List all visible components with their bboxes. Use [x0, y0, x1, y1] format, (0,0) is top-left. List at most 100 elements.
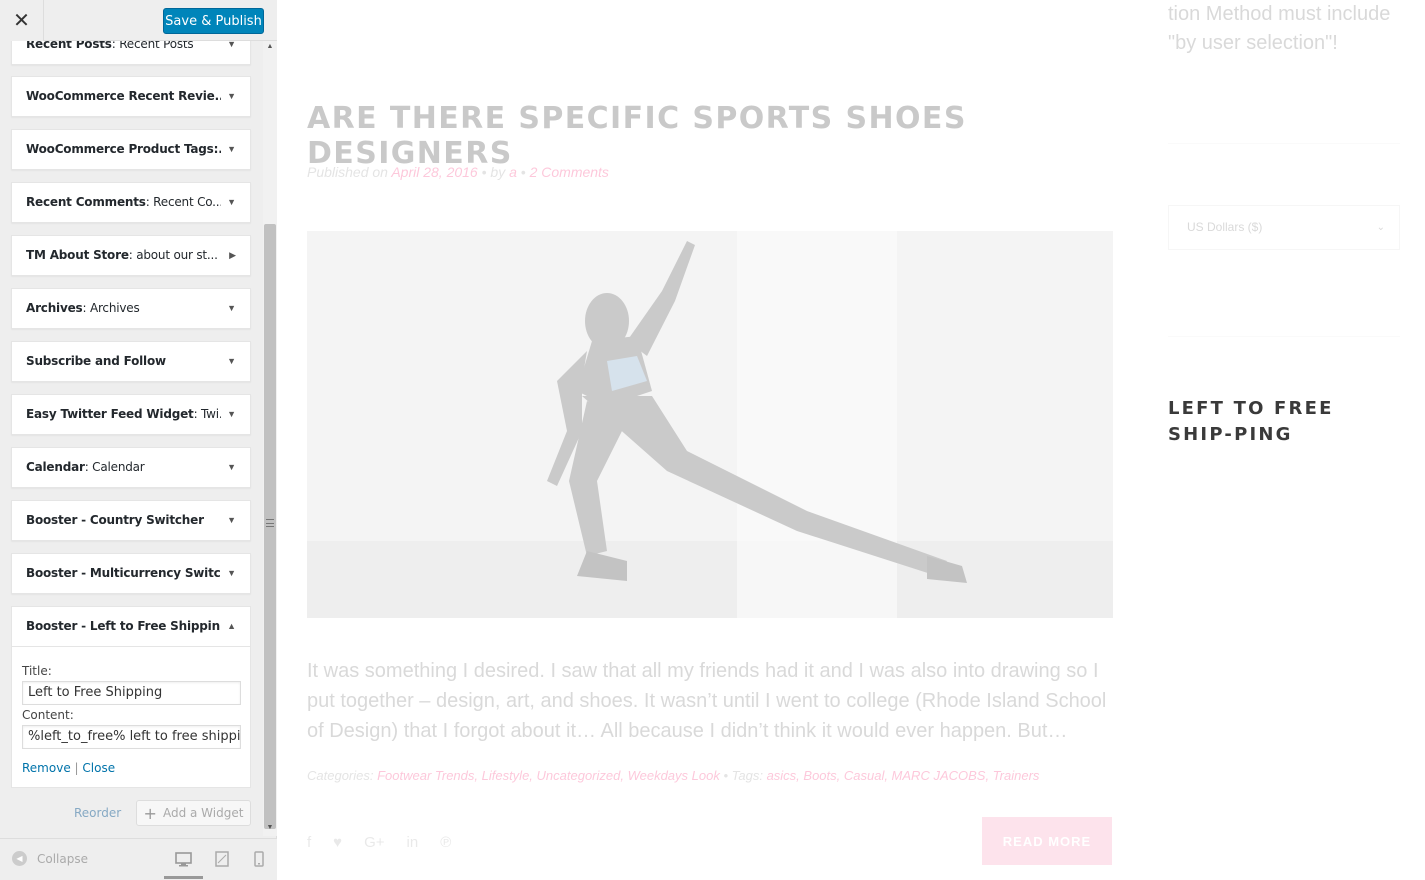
widget-woocommerce-product-tags[interactable]: WooCommerce Product Tags:... ▼ [11, 129, 251, 170]
linkedin-icon[interactable]: in [407, 834, 419, 851]
chevron-down-icon[interactable]: ▼ [227, 448, 236, 487]
save-publish-button[interactable]: Save & Publish [163, 8, 264, 34]
widget-actions: Remove | Close [22, 761, 115, 775]
widget-booster-country-switcher[interactable]: Booster - Country Switcher ▼ [11, 500, 251, 541]
chevron-down-icon[interactable]: ▼ [227, 554, 236, 593]
tablet-icon[interactable] [212, 850, 232, 868]
widget-subtitle: : Recent Posts [111, 41, 194, 51]
meta-bullet: • [516, 164, 530, 180]
widget-recent-posts[interactable]: Recent Posts: Recent Posts ▼ [11, 41, 251, 65]
widget-archives[interactable]: Archives: Archives ▼ [11, 288, 251, 329]
post-taxonomy: Categories: Footwear Trends, Lifestyle, … [307, 768, 1039, 783]
chevron-down-icon[interactable]: ▼ [227, 289, 236, 328]
desktop-icon[interactable] [173, 850, 193, 868]
widget-title: Calendar: Calendar [26, 448, 221, 487]
currency-select[interactable]: US Dollars ($) ⌄ [1168, 205, 1400, 250]
widget-title: Booster - Country Switcher [26, 501, 221, 540]
remove-link[interactable]: Remove [22, 761, 71, 775]
add-widget-label: Add a Widget [162, 806, 244, 820]
collapse-label: Collapse [37, 851, 88, 866]
widget-name: Booster - Country Switcher [26, 513, 204, 527]
content-input[interactable]: %left_to_free% left to free shipping [22, 725, 241, 749]
chevron-right-icon[interactable]: ▶ [229, 236, 236, 275]
widget-subtitle: : Archives [82, 301, 140, 315]
widget-name: WooCommerce Product Tags:... [26, 142, 221, 156]
plus-icon: + [143, 803, 157, 823]
widget-title: TM About Store: about our st... [26, 236, 221, 275]
chevron-down-icon[interactable]: ▼ [227, 395, 236, 434]
widget-name: Easy Twitter Feed Widget [26, 407, 194, 421]
free-shipping-widget-title: LEFT TO FREE SHIP-PING [1168, 398, 1334, 445]
google-plus-icon[interactable]: G+ [364, 834, 384, 851]
pinterest-icon[interactable]: ℗ [440, 834, 451, 851]
collapse-arrow-icon: ◀ [12, 851, 27, 866]
widget-name: WooCommerce Recent Revie... [26, 89, 221, 103]
scroll-up-arrow-icon[interactable]: ▲ [263, 43, 277, 53]
divider [1168, 336, 1400, 337]
chevron-down-icon[interactable]: ▼ [227, 41, 236, 64]
add-widget-button[interactable]: + Add a Widget [136, 800, 251, 826]
widget-subtitle: : Recent Co... [145, 195, 221, 209]
widget-title: WooCommerce Recent Revie... [26, 77, 221, 116]
widget-easy-twitter-feed[interactable]: Easy Twitter Feed Widget: Twi... ▼ [11, 394, 251, 435]
chevron-up-icon[interactable]: ▲ [227, 607, 236, 646]
chevron-down-icon[interactable]: ▼ [227, 183, 236, 222]
title-input[interactable]: Left to Free Shipping [22, 681, 241, 705]
currency-value: US Dollars ($) [1187, 220, 1263, 234]
read-more-button[interactable]: READ MORE [982, 817, 1112, 865]
widget-name: Recent Comments [26, 195, 146, 209]
mobile-icon[interactable] [249, 850, 269, 868]
widget-name: Archives [26, 301, 83, 315]
chevron-down-icon[interactable]: ▼ [227, 130, 236, 169]
post-meta: Published on April 28, 2016 • by a • 2 C… [307, 164, 609, 180]
post-title[interactable]: ARE THERE SPECIFIC SPORTS SHOES DESIGNER… [307, 101, 1127, 171]
post-date-link[interactable]: April 28, 2016 [391, 164, 477, 180]
widget-title: Recent Comments: Recent Co... [26, 183, 221, 222]
close-icon[interactable]: ✕ [0, 0, 44, 41]
chevron-down-icon[interactable]: ▼ [227, 342, 236, 381]
widget-tm-about-store[interactable]: TM About Store: about our st... ▶ [11, 235, 251, 276]
grip-icon [266, 519, 274, 527]
active-device-indicator [164, 876, 203, 879]
chevron-down-icon[interactable]: ▼ [227, 501, 236, 540]
widget-list[interactable]: Recent Posts: Recent Posts ▼ WooCommerce… [0, 41, 263, 836]
widget-title: Recent Posts: Recent Posts [26, 41, 221, 64]
tags-links[interactable]: asics, Boots, Casual, MARC JACOBS, Train… [767, 768, 1040, 783]
customizer-sidebar: ✕ Save & Publish Recent Posts: Recent Po… [0, 0, 277, 880]
collapse-button[interactable]: ◀ Collapse [12, 851, 88, 866]
separator: | [74, 761, 79, 775]
widget-name: TM About Store [26, 248, 129, 262]
widget-booster-multicurrency[interactable]: Booster - Multicurrency Switc... ▼ [11, 553, 251, 594]
facebook-icon[interactable]: f [307, 834, 311, 851]
categories-links[interactable]: Footwear Trends, Lifestyle, Uncategorize… [377, 768, 720, 783]
widget-subtitle: : Calendar [84, 460, 145, 474]
sidebar-notice-text: tion Method must include "by user select… [1168, 3, 1391, 54]
sidebar-scrollbar[interactable]: ▲ ▼ [263, 41, 277, 836]
social-share: f ♥ G+ in ℗ [307, 834, 451, 851]
widget-header[interactable]: Booster - Left to Free Shippin... ▲ [12, 607, 250, 647]
meta-published: Published on [307, 164, 392, 180]
widget-subscribe-follow[interactable]: Subscribe and Follow ▼ [11, 341, 251, 382]
site-preview[interactable]: tion Method must include "by user select… [278, 0, 1425, 880]
title-label: Title: [22, 664, 52, 678]
close-link[interactable]: Close [82, 761, 115, 775]
widget-calendar[interactable]: Calendar: Calendar ▼ [11, 447, 251, 488]
widget-name: Calendar [26, 460, 85, 474]
widget-name: Booster - Multicurrency Switc... [26, 566, 221, 580]
customizer-footer: ◀ Collapse [0, 838, 277, 880]
scrollbar-thumb[interactable] [264, 224, 276, 829]
scroll-down-arrow-icon[interactable]: ▼ [263, 824, 277, 834]
widget-booster-left-to-free-shipping: Booster - Left to Free Shippin... ▲ Titl… [11, 606, 251, 788]
comments-link[interactable]: 2 Comments [530, 164, 609, 180]
widget-recent-comments[interactable]: Recent Comments: Recent Co... ▼ [11, 182, 251, 223]
widget-subtitle: : Twi... [193, 407, 221, 421]
author-link[interactable]: a [509, 164, 517, 180]
customizer-root: ✕ Save & Publish Recent Posts: Recent Po… [0, 0, 1425, 880]
reorder-link[interactable]: Reorder [74, 806, 121, 820]
divider [1168, 143, 1400, 144]
post-featured-image[interactable] [307, 231, 1113, 618]
widget-title: Easy Twitter Feed Widget: Twi... [26, 395, 221, 434]
twitter-icon[interactable]: ♥ [333, 834, 342, 851]
widget-woocommerce-recent-reviews[interactable]: WooCommerce Recent Revie... ▼ [11, 76, 251, 117]
chevron-down-icon[interactable]: ▼ [227, 77, 236, 116]
